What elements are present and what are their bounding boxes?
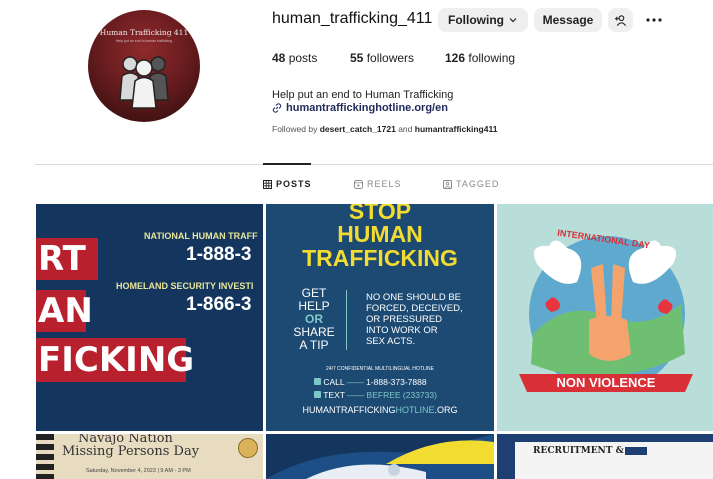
reels-icon	[354, 179, 363, 189]
phone-number: 1-866-3	[186, 294, 252, 315]
phone-icon	[314, 378, 321, 385]
post-text: STOP	[348, 204, 412, 224]
post-missing-persons-day[interactable]: Navajo Nation Missing Persons Day Saturd…	[36, 434, 263, 479]
suggested-accounts-button[interactable]	[608, 8, 633, 32]
post-banner: NON VIOLENCE	[556, 375, 656, 390]
phone-number: 1-888-3	[186, 244, 252, 265]
post-stop-human-trafficking[interactable]: STOP HUMAN TRAFFICKING GET HELP OR SHARE…	[266, 204, 494, 431]
post-abstract-shapes[interactable]	[266, 434, 494, 479]
followers-count[interactable]: 55 followers	[350, 51, 414, 65]
profile-link-text: humantraffickinghotline.org/en	[286, 102, 448, 114]
post-text: Missing Persons Day	[62, 444, 200, 459]
divider	[346, 290, 347, 350]
tab-posts[interactable]: POSTS	[263, 179, 312, 189]
following-button[interactable]: Following	[438, 8, 528, 32]
red-band: RT	[36, 238, 98, 280]
more-options-button[interactable]	[644, 10, 664, 30]
message-icon	[314, 391, 321, 398]
avatar-subtitle: Help put an end to human trafficking	[115, 39, 173, 43]
posts-count: 48 posts	[272, 51, 318, 65]
post-text: HUMAN	[337, 221, 423, 247]
profile-bio: Help put an end to Human Trafficking	[272, 89, 454, 101]
red-band: AN	[36, 290, 93, 332]
post-text: HOMELAND SECURITY INVESTI	[116, 281, 254, 291]
active-tab-indicator	[263, 163, 311, 165]
post-non-violence[interactable]: INTERNATIONAL DAY NON VIOLENCE	[497, 204, 713, 431]
grid-icon	[263, 179, 272, 189]
profile-link[interactable]: humantraffickinghotline.org/en	[272, 102, 448, 114]
text-line: TEXT —— BEFREE (233733)	[314, 390, 437, 400]
followed-by[interactable]: Followed by desert_catch_1721 and humant…	[272, 124, 497, 134]
tagged-icon	[443, 179, 452, 189]
avatar-title: Human Trafficking 411	[99, 28, 189, 37]
logo-icon	[625, 447, 647, 455]
call-line: CALL —— 1-888-373-7888	[314, 377, 427, 387]
red-band: FICKING	[36, 338, 195, 382]
profile-avatar[interactable]: Human Trafficking 411 Help put an end to…	[88, 10, 200, 122]
post-text: RECRUITMENT &	[533, 446, 624, 456]
people-silhouette-icon	[119, 56, 169, 109]
message-button[interactable]: Message	[534, 8, 602, 32]
tabs-divider	[35, 164, 713, 165]
tab-tagged[interactable]: TAGGED	[443, 179, 499, 189]
following-count[interactable]: 126 following	[445, 51, 515, 65]
post-recruitment[interactable]: RECRUITMENT &	[497, 434, 713, 479]
link-icon	[272, 103, 282, 113]
more-horizontal-icon	[646, 18, 662, 22]
profile-username: human_trafficking_411	[272, 10, 433, 27]
abstract-shapes-graphic	[266, 434, 494, 479]
post-text: 24/7 CONFIDENTIAL MULTILINGUAL HOTLINE	[326, 366, 434, 372]
post-text: Saturday, November 4, 2023 | 9 AM - 3 PM	[86, 468, 191, 474]
post-message: NO ONE SHOULD BE FORCED, DECEIVED, OR PR…	[366, 292, 463, 347]
chevron-down-icon	[509, 18, 517, 23]
post-text: TRAFFICKING	[302, 245, 458, 271]
message-button-label: Message	[542, 13, 594, 27]
post-hotlines[interactable]: NATIONAL HUMAN TRAFF 1-888-3 HOMELAND SE…	[36, 204, 263, 431]
tab-reels[interactable]: REELS	[354, 179, 402, 189]
following-button-label: Following	[448, 13, 504, 27]
post-text: NATIONAL HUMAN TRAFF	[144, 231, 258, 241]
post-cta: GET HELP OR SHARE A TIP	[293, 286, 335, 352]
website-text: HUMANTRAFFICKINGHOTLINE.ORG	[302, 405, 458, 415]
add-person-icon	[614, 14, 627, 26]
border-pattern	[36, 434, 54, 479]
seal-icon	[238, 438, 258, 458]
